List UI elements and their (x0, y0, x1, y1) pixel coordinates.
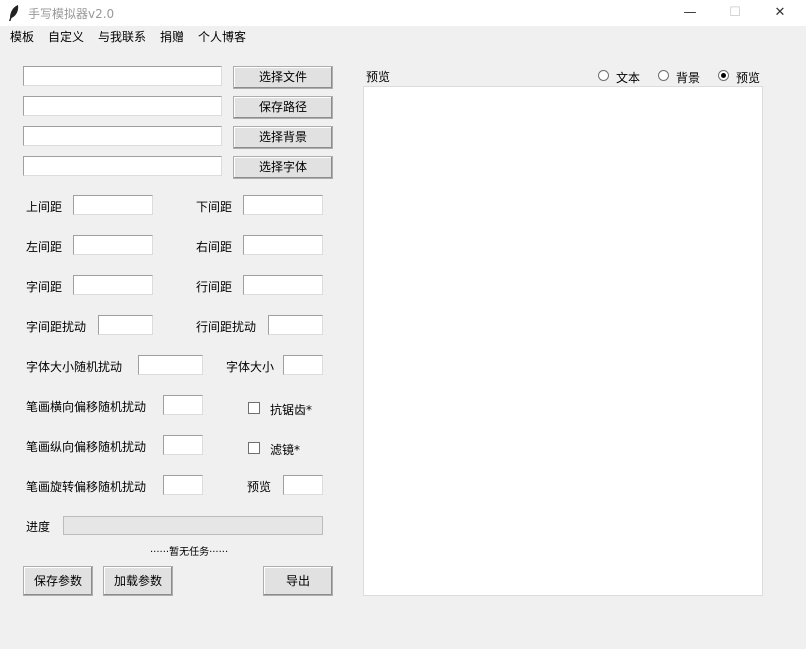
menu-custom[interactable]: 自定义 (48, 28, 84, 45)
menu-contact[interactable]: 与我联系 (98, 28, 146, 45)
radio-text[interactable] (598, 70, 609, 81)
feather-icon (9, 5, 19, 21)
close-button[interactable]: ✕ (757, 0, 803, 26)
radio-background-label: 背景 (676, 71, 701, 85)
char-spacing-label: 字间距 (26, 280, 63, 294)
maximize-button[interactable]: ☐ (712, 0, 758, 26)
left-margin-label: 左间距 (26, 240, 63, 254)
filter-label: 滤镜* (270, 443, 301, 457)
left-margin-input[interactable] (73, 235, 153, 255)
minimize-button[interactable]: — (667, 0, 713, 26)
radio-text-label: 文本 (616, 71, 641, 85)
top-margin-label: 上间距 (26, 200, 63, 214)
line-spacing-input[interactable] (243, 275, 323, 295)
radio-background[interactable] (658, 70, 669, 81)
stroke-rot-jitter-label: 笔画旋转偏移随机扰动 (26, 480, 147, 494)
char-spacing-jitter-input[interactable] (98, 315, 153, 335)
menu-blog[interactable]: 个人博客 (198, 28, 246, 45)
radio-preview[interactable] (718, 70, 729, 81)
char-spacing-input[interactable] (73, 275, 153, 295)
antialias-label: 抗锯齿* (270, 403, 313, 417)
select-file-button[interactable]: 选择文件 (233, 66, 333, 89)
radio-preview-label: 预览 (736, 71, 761, 85)
save-path-button[interactable]: 保存路径 (233, 96, 333, 119)
load-params-button[interactable]: 加载参数 (103, 566, 173, 596)
stroke-v-jitter-label: 笔画纵向偏移随机扰动 (26, 440, 147, 454)
right-margin-label: 右间距 (196, 240, 233, 254)
font-size-jitter-input[interactable] (138, 355, 203, 375)
bottom-margin-label: 下间距 (196, 200, 233, 214)
char-spacing-jitter-label: 字间距扰动 (26, 320, 87, 334)
font-size-jitter-label: 字体大小随机扰动 (26, 360, 123, 374)
right-margin-input[interactable] (243, 235, 323, 255)
font-size-label: 字体大小 (226, 360, 275, 374)
export-button[interactable]: 导出 (263, 566, 333, 596)
text-file-input[interactable] (23, 66, 222, 86)
line-spacing-jitter-input[interactable] (268, 315, 323, 335)
window-title: 手写模拟器v2.0 (28, 7, 115, 21)
menu-template[interactable]: 模板 (10, 28, 34, 45)
line-spacing-label: 行间距 (196, 280, 233, 294)
bottom-margin-input[interactable] (243, 195, 323, 215)
antialias-checkbox[interactable] (248, 402, 260, 414)
progress-status: ······暂无任务······ (150, 547, 229, 558)
title-bar: 手写模拟器v2.0 — ☐ ✕ (0, 0, 806, 26)
select-background-button[interactable]: 选择背景 (233, 126, 333, 149)
preview-count-input[interactable] (283, 475, 323, 495)
top-margin-input[interactable] (73, 195, 153, 215)
menu-donate[interactable]: 捐赠 (160, 28, 184, 45)
stroke-h-jitter-label: 笔画横向偏移随机扰动 (26, 400, 147, 414)
line-spacing-jitter-label: 行间距扰动 (196, 320, 257, 334)
background-input[interactable] (23, 126, 222, 146)
save-path-input[interactable] (23, 96, 222, 116)
filter-checkbox[interactable] (248, 442, 260, 454)
progress-bar (63, 516, 323, 535)
progress-label: 进度 (26, 520, 51, 534)
stroke-h-jitter-input[interactable] (163, 395, 203, 415)
font-input[interactable] (23, 156, 222, 176)
save-params-button[interactable]: 保存参数 (23, 566, 93, 596)
preview-canvas[interactable] (363, 86, 763, 596)
select-font-button[interactable]: 选择字体 (233, 156, 333, 179)
preview-panel-label: 预览 (366, 70, 391, 84)
menu-bar: 模板 自定义 与我联系 捐赠 个人博客 (0, 26, 806, 45)
stroke-rot-jitter-input[interactable] (163, 475, 203, 495)
font-size-input[interactable] (283, 355, 323, 375)
preview-count-label: 预览 (247, 480, 272, 494)
stroke-v-jitter-input[interactable] (163, 435, 203, 455)
